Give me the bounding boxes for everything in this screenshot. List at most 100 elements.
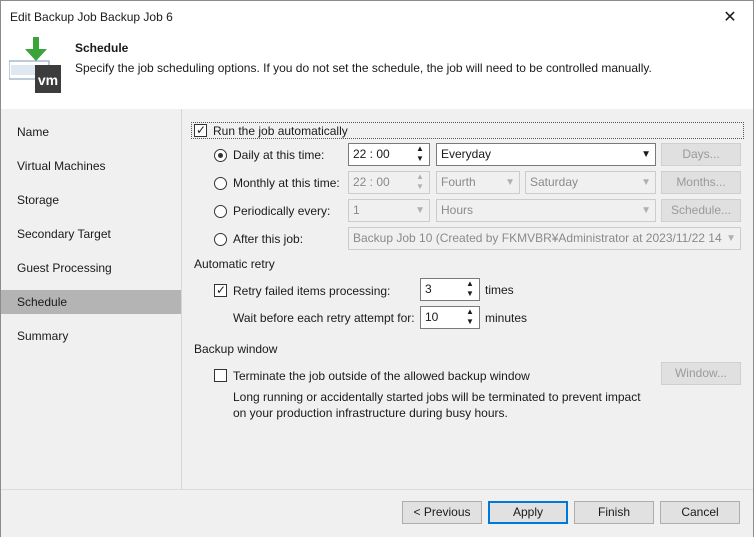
vm-download-icon: vm (9, 37, 61, 93)
cancel-button[interactable]: Cancel (660, 501, 740, 524)
monthly-day-select[interactable]: Saturday ▼ (525, 171, 656, 194)
chevron-down-icon: ▼ (415, 205, 425, 216)
monthly-radio[interactable] (214, 177, 227, 190)
cancel-button-label: Cancel (681, 505, 719, 519)
daily-label: Daily at this time: (233, 148, 325, 162)
sidebar-item-summary[interactable]: Summary (1, 324, 181, 348)
sidebar-item-label: Secondary Target (17, 227, 111, 241)
checkmark-icon: ✓ (195, 123, 207, 137)
spin-down-icon: ▼ (466, 289, 474, 298)
retry-count-unit: times (485, 283, 514, 297)
svg-text:vm: vm (38, 72, 58, 88)
wizard-footer: < Previous Apply Finish Cancel (1, 489, 753, 537)
retry-count-spinner[interactable]: ▲ ▼ (463, 279, 477, 300)
wizard-steps-sidebar: Name Virtual Machines Storage Secondary … (1, 109, 181, 489)
run-automatically-checkbox[interactable]: ✓ (194, 123, 207, 137)
time-spinner[interactable]: ▲ ▼ (413, 144, 427, 165)
sidebar-item-label: Name (17, 125, 50, 139)
backup-window-note-1: Long running or accidentally started job… (233, 390, 641, 404)
days-button[interactable]: Days... (661, 143, 741, 166)
apply-button-label: Apply (512, 505, 544, 519)
backup-window-note-2: on your production infrastructure during… (233, 406, 508, 420)
radio-dot (218, 153, 223, 158)
schedule-button[interactable]: Schedule... (661, 199, 741, 222)
window-button[interactable]: Window... (661, 362, 741, 385)
spin-up-icon: ▲ (416, 144, 424, 153)
checkmark-icon: ✓ (215, 283, 227, 297)
chevron-down-icon: ▼ (723, 228, 736, 249)
spin-up-icon: ▲ (466, 279, 474, 288)
retry-wait-input[interactable]: 10 ▲ ▼ (420, 306, 480, 329)
sidebar-item-storage[interactable]: Storage (1, 188, 181, 212)
finish-button[interactable]: Finish (574, 501, 654, 524)
periodically-value: 1 (353, 203, 360, 217)
sidebar-item-guest-processing[interactable]: Guest Processing (1, 256, 181, 280)
daily-day-select[interactable]: Everyday ▼ (436, 143, 656, 166)
page-title: Schedule (75, 41, 129, 55)
monthly-week-select[interactable]: Fourth ▼ (436, 171, 520, 194)
edit-backup-job-window: Edit Backup Job Backup Job 6 ✕ vm Schedu… (0, 0, 754, 537)
monthly-label: Monthly at this time: (233, 176, 340, 190)
chevron-down-icon: ▼ (641, 205, 651, 216)
daily-time-input[interactable]: 22 : 00 ▲ ▼ (348, 143, 430, 166)
sidebar-item-label: Summary (17, 329, 69, 343)
schedule-settings-panel: ✓ Run the job automatically Daily at thi… (181, 109, 753, 489)
retry-wait-value: 10 (425, 310, 439, 324)
terminate-job-checkbox[interactable] (214, 369, 227, 382)
spin-down-icon: ▼ (416, 154, 424, 163)
spin-down-icon: ▼ (466, 317, 474, 326)
terminate-job-label: Terminate the job outside of the allowed… (233, 369, 530, 383)
previous-button[interactable]: < Previous (402, 501, 482, 524)
finish-button-label: Finish (597, 505, 630, 519)
chevron-down-icon: ▼ (641, 177, 651, 188)
sidebar-item-label: Virtual Machines (17, 159, 106, 173)
monthly-time-value: 22 : 00 (353, 175, 390, 189)
monthly-week-value: Fourth (441, 175, 476, 189)
page-description: Specify the job scheduling options. If y… (75, 61, 652, 75)
sidebar-item-label: Storage (17, 193, 60, 207)
sidebar-item-label: Schedule (17, 295, 68, 309)
retry-failed-checkbox[interactable]: ✓ (214, 283, 227, 297)
sidebar-item-name[interactable]: Name (1, 120, 181, 144)
after-job-label: After this job: (233, 232, 304, 246)
title-bar: Edit Backup Job Backup Job 6 ✕ (1, 1, 753, 33)
time-spinner[interactable]: ▲ ▼ (413, 172, 427, 193)
apply-button[interactable]: Apply (488, 501, 568, 524)
after-job-select[interactable]: Backup Job 10 (Created by FKMVBR¥Adminis… (348, 227, 741, 250)
periodically-value-select[interactable]: 1 ▼ (348, 199, 430, 222)
retry-count-input[interactable]: 3 ▲ ▼ (420, 278, 480, 301)
periodically-label: Periodically every: (233, 204, 331, 218)
after-job-radio[interactable] (214, 233, 227, 246)
periodically-unit-select[interactable]: Hours ▼ (436, 199, 656, 222)
previous-button-label: < Previous (413, 505, 471, 519)
automatic-retry-heading: Automatic retry (194, 257, 275, 271)
days-button-label: Days... (682, 147, 720, 161)
spin-up-icon: ▲ (416, 172, 424, 181)
sidebar-item-secondary-target[interactable]: Secondary Target (1, 222, 181, 246)
retry-wait-label: Wait before each retry attempt for: (233, 311, 415, 325)
retry-wait-unit: minutes (485, 311, 528, 325)
sidebar-item-schedule[interactable]: Schedule (1, 290, 181, 314)
schedule-button-label: Schedule... (670, 203, 732, 217)
periodically-unit-value: Hours (441, 203, 474, 217)
window-title: Edit Backup Job Backup Job 6 (10, 10, 173, 24)
months-button[interactable]: Months... (661, 171, 741, 194)
daily-day-value: Everyday (441, 147, 492, 161)
close-button[interactable]: ✕ (707, 1, 753, 32)
retry-count-value: 3 (425, 282, 432, 296)
window-button-label: Window... (674, 366, 728, 380)
daily-time-value: 22 : 00 (353, 147, 390, 161)
chevron-down-icon: ▼ (505, 177, 515, 188)
sidebar-item-virtual-machines[interactable]: Virtual Machines (1, 154, 181, 178)
periodically-radio[interactable] (214, 205, 227, 218)
wizard-header: vm Schedule Specify the job scheduling o… (1, 33, 753, 109)
monthly-time-input[interactable]: 22 : 00 ▲ ▼ (348, 171, 430, 194)
run-automatically-label: Run the job automatically (213, 124, 348, 138)
retry-wait-spinner[interactable]: ▲ ▼ (463, 307, 477, 328)
spin-up-icon: ▲ (466, 307, 474, 316)
spin-down-icon: ▼ (416, 182, 424, 191)
daily-radio[interactable] (214, 149, 227, 162)
months-button-label: Months... (676, 175, 726, 189)
chevron-down-icon: ▼ (641, 149, 651, 160)
retry-failed-label: Retry failed items processing: (233, 284, 391, 298)
